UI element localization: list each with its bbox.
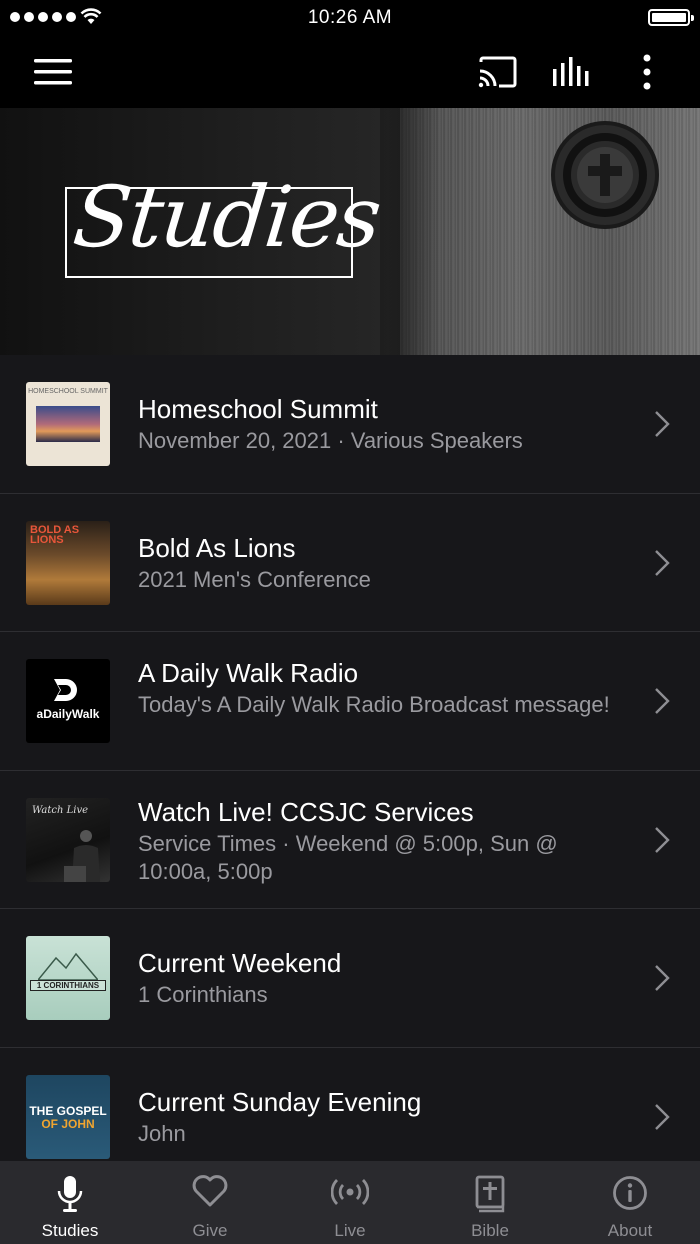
item-title: Current Weekend — [138, 948, 342, 978]
audio-bars-button[interactable] — [550, 50, 594, 94]
item-title: Watch Live! CCSJC Services — [138, 796, 474, 827]
status-bar: 10:26 AM — [0, 0, 700, 36]
thumbnail-label: aDailyWalk — [36, 707, 100, 721]
item-subtitle: November 20, 2021 · Various Speakers — [138, 428, 523, 453]
cast-icon — [478, 56, 517, 88]
chevron-right-icon — [655, 411, 670, 437]
daily-walk-thumbnail: aDailyWalk — [26, 659, 110, 743]
bible-icon — [475, 1175, 505, 1213]
status-time: 10:26 AM — [307, 7, 393, 28]
item-subtitle: John — [138, 1120, 186, 1146]
chevron-right-icon — [655, 826, 670, 853]
list-item-current-weekend[interactable]: 1 CORINTHIANS Current Weekend 1 Corinthi… — [0, 909, 700, 1048]
studies-list: HOMESCHOOL SUMMIT Homeschool Summit Nove… — [0, 355, 700, 1161]
tab-give[interactable]: Give — [140, 1161, 280, 1244]
top-bar — [0, 36, 700, 108]
vertical-dots-icon — [643, 54, 651, 90]
thumbnail-label: HOMESCHOOL SUMMIT — [28, 388, 108, 395]
item-title: Current Sunday Evening — [138, 1086, 422, 1117]
tab-label: About — [607, 1221, 653, 1240]
speaker-silhouette-icon — [64, 829, 100, 882]
studies-banner: Studies — [0, 108, 700, 355]
item-title: Homeschool Summit — [138, 394, 378, 424]
list-item-daily-walk-radio[interactable]: aDailyWalk A Daily Walk Radio Today's A … — [0, 632, 700, 771]
gospel-of-john-thumbnail: THE GOSPEL OF JOHN — [26, 1074, 110, 1159]
microphone-icon — [57, 1176, 83, 1212]
homeschool-summit-thumbnail: HOMESCHOOL SUMMIT — [26, 382, 110, 466]
item-title: Bold As Lions — [138, 532, 296, 563]
daily-walk-logo-icon — [54, 679, 77, 701]
broadcast-icon — [331, 1179, 369, 1205]
tab-studies[interactable]: Studies — [0, 1161, 140, 1244]
tab-label: Give — [192, 1221, 228, 1240]
item-subtitle: 2021 Men's Conference — [138, 566, 371, 592]
thumbnail-label: THE GOSPEL OF JOHN — [29, 1103, 107, 1131]
list-item-bold-as-lions[interactable]: BOLD AS LIONS Bold As Lions 2021 Men's C… — [0, 494, 700, 632]
tab-label: Bible — [471, 1221, 509, 1240]
banner-title: Studies — [68, 168, 385, 266]
church-logo-icon — [551, 121, 659, 229]
equalizer-icon — [553, 57, 589, 86]
bold-as-lions-thumbnail: BOLD AS LIONS — [26, 520, 110, 605]
info-icon — [613, 1176, 647, 1210]
more-options-button[interactable] — [625, 50, 669, 94]
chevron-right-icon — [655, 688, 670, 714]
tab-bible[interactable]: Bible — [420, 1161, 560, 1244]
chevron-right-icon — [655, 965, 670, 991]
item-subtitle: 1 Corinthians — [138, 982, 268, 1007]
heart-icon — [192, 1175, 228, 1207]
thumbnail-label: 1 CORINTHIANS — [30, 980, 106, 991]
tab-label: Live — [334, 1221, 366, 1240]
list-item-homeschool-summit[interactable]: HOMESCHOOL SUMMIT Homeschool Summit Nove… — [0, 355, 700, 494]
tab-live[interactable]: Live — [280, 1161, 420, 1244]
list-item-watch-live[interactable]: Watch Live Watch Live! CCSJC Services Se… — [0, 771, 700, 909]
tab-about[interactable]: About — [560, 1161, 700, 1244]
tab-label: Studies — [41, 1221, 99, 1240]
cast-button[interactable] — [475, 50, 519, 94]
tab-bar: Studies Give Live Bible About — [0, 1161, 700, 1244]
mountain-icon — [38, 952, 98, 980]
watch-live-thumbnail: Watch Live — [26, 797, 110, 882]
thumbnail-label: Watch Live — [32, 804, 89, 816]
item-title: A Daily Walk Radio — [138, 658, 359, 688]
thumbnail-label: BOLD AS LIONS — [30, 523, 80, 546]
chevron-right-icon — [655, 1103, 670, 1130]
corinthians-thumbnail: 1 CORINTHIANS — [26, 936, 110, 1020]
list-item-current-sunday-evening[interactable]: THE GOSPEL OF JOHN Current Sunday Evenin… — [0, 1048, 700, 1162]
battery-icon — [648, 9, 694, 26]
item-subtitle: Today's A Daily Walk Radio Broadcast mes… — [138, 692, 610, 717]
item-subtitle: Service Times · Weekend @ 5:00p, Sun @ 1… — [138, 830, 558, 884]
menu-button[interactable] — [31, 50, 75, 94]
chevron-right-icon — [655, 549, 670, 576]
hamburger-icon — [34, 59, 72, 85]
